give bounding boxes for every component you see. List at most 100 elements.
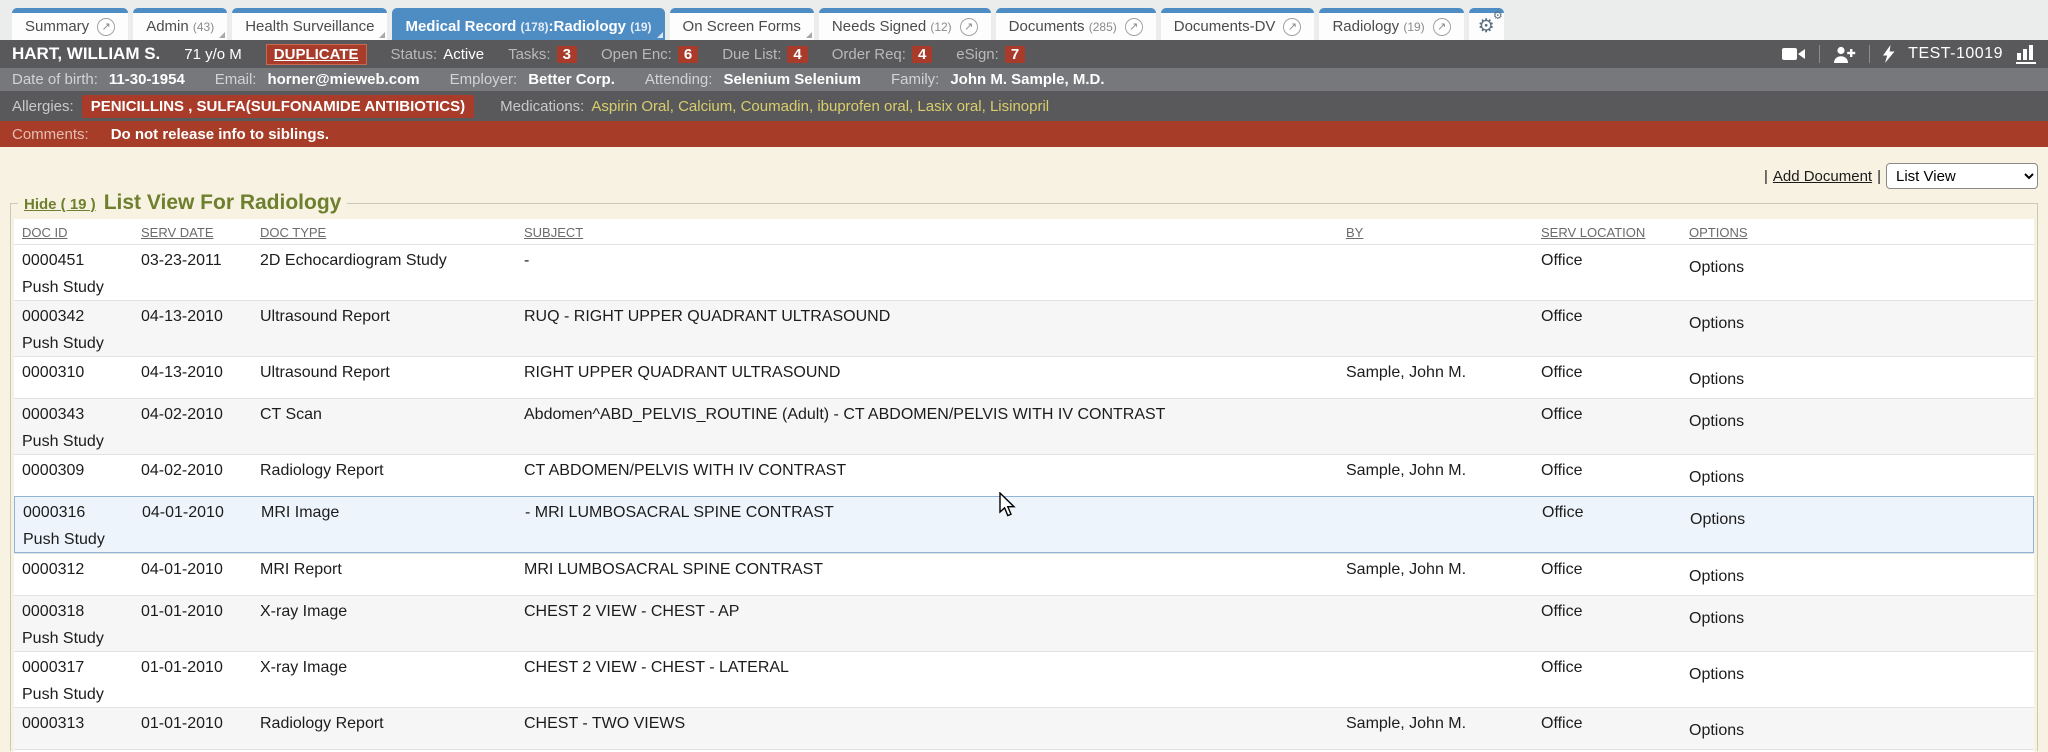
doc-id: 0000318	[22, 602, 127, 622]
table-row[interactable]: 0000309 04-02-2010 Radiology Report CT A…	[14, 454, 2034, 496]
medication-link-lasix-oral[interactable]: Lasix oral	[917, 98, 981, 115]
demographic-label: Family:	[891, 71, 939, 88]
settings-tab[interactable]: ⚙ ⚙	[1469, 8, 1504, 40]
medication-link-aspirin-oral[interactable]: Aspirin Oral	[591, 98, 669, 115]
table-row[interactable]: 0000310 04-13-2010 Ultrasound Report RIG…	[14, 356, 2034, 398]
column-header-doc-type[interactable]: DOC TYPE	[252, 219, 516, 244]
column-header-serv-date[interactable]: SERV DATE	[133, 219, 252, 244]
tab-documents-285[interactable]: Documents (285) ↗	[996, 8, 1156, 40]
options-button[interactable]: Options	[1681, 245, 2034, 300]
main-content: | Add Document | List View Hide ( 19 ) L…	[0, 147, 2048, 752]
cell-serv-date: 04-13-2010	[133, 301, 252, 356]
tab-health-surveillance[interactable]: Health Surveillance	[232, 8, 387, 40]
add-document-link[interactable]: Add Document	[1773, 168, 1872, 185]
demographic-attending: Attending: Selenium Selenium	[645, 71, 861, 88]
cell-by	[1338, 301, 1533, 356]
cell-doc-id: 0000317 Push Study	[14, 652, 133, 707]
table-row[interactable]: 0000313 01-01-2010 Radiology Report CHES…	[14, 707, 2034, 749]
doc-id: 0000309	[22, 461, 127, 481]
tab-medical-record-178-radiology-19[interactable]: Medical Record (178):Radiology (19)	[392, 8, 664, 40]
table-row[interactable]: 0000317 Push Study 01-01-2010 X-ray Imag…	[14, 651, 2034, 707]
popout-icon[interactable]: ↗	[960, 18, 978, 36]
push-study-link[interactable]: Push Study	[23, 530, 128, 550]
counter-badge[interactable]: 6	[678, 46, 698, 63]
tab-radiology-19[interactable]: Radiology (19) ↗	[1319, 8, 1463, 40]
counter-label: Due List:	[722, 46, 781, 63]
hide-link[interactable]: Hide ( 19 )	[24, 196, 96, 213]
tab-documents-dv[interactable]: Documents-DV ↗	[1161, 8, 1315, 40]
table-row[interactable]: 0000451 Push Study 03-23-2011 2D Echocar…	[14, 244, 2034, 300]
options-button[interactable]: Options	[1681, 652, 2034, 707]
table-row[interactable]: 0000342 Push Study 04-13-2010 Ultrasound…	[14, 300, 2034, 356]
push-study-link[interactable]: Push Study	[22, 685, 127, 705]
column-header-options[interactable]: OPTIONS	[1681, 219, 2034, 244]
options-button[interactable]: Options	[1682, 497, 2033, 552]
cell-doc-type: CT Scan	[252, 399, 516, 454]
medication-link-ibuprofen-oral[interactable]: ibuprofen oral	[817, 98, 909, 115]
options-button[interactable]: Options	[1681, 596, 2034, 651]
demographic-label: Employer:	[450, 71, 518, 88]
popout-icon[interactable]: ↗	[1433, 18, 1451, 36]
patient-age-sex: 71 y/o M	[184, 46, 242, 63]
tab-on-screen-forms[interactable]: On Screen Forms	[670, 8, 814, 40]
allergy-badge: PENICILLINS , SULFA(SULFONAMIDE ANTIBIOT…	[82, 95, 474, 118]
medication-link-coumadin[interactable]: Coumadin	[741, 98, 809, 115]
column-header-serv-location[interactable]: SERV LOCATION	[1533, 219, 1681, 244]
push-study-link[interactable]: Push Study	[22, 278, 127, 298]
options-button[interactable]: Options	[1681, 708, 2034, 749]
popout-icon[interactable]: ↗	[1125, 18, 1143, 36]
tab-needs-signed-12[interactable]: Needs Signed (12) ↗	[819, 8, 991, 40]
lightning-icon[interactable]	[1883, 45, 1895, 63]
options-button[interactable]: Options	[1681, 554, 2034, 595]
cell-by: Sample, John M.	[1338, 455, 1533, 496]
cell-serv-date: 04-02-2010	[133, 455, 252, 496]
counter-label: Tasks:	[508, 46, 551, 63]
medication-link-calcium[interactable]: Calcium	[678, 98, 732, 115]
tab-summary[interactable]: Summary ↗	[12, 8, 128, 40]
medication-link-lisinopril[interactable]: Lisinopril	[990, 98, 1049, 115]
table-row[interactable]: 0000343 Push Study 04-02-2010 CT Scan Ab…	[14, 398, 2034, 454]
dropdown-corner-icon	[806, 32, 812, 38]
push-study-link[interactable]: Push Study	[22, 334, 127, 354]
cell-doc-type: X-ray Image	[252, 652, 516, 707]
counter-badge[interactable]: 4	[787, 46, 807, 63]
video-camera-icon[interactable]	[1782, 46, 1806, 62]
counter-badge[interactable]: 4	[912, 46, 932, 63]
chart-icon[interactable]	[2016, 45, 2036, 64]
options-button[interactable]: Options	[1681, 399, 2034, 454]
column-header-doc-id[interactable]: DOC ID	[14, 219, 133, 244]
popout-icon[interactable]: ↗	[97, 18, 115, 36]
column-header-subject[interactable]: SUBJECT	[516, 219, 1338, 244]
doc-id: 0000451	[22, 251, 127, 271]
cell-doc-type: Radiology Report	[252, 455, 516, 496]
table-row-highlighted[interactable]: 0000316 Push Study 04-01-2010 MRI Image …	[14, 496, 2034, 553]
popout-icon[interactable]: ↗	[1283, 18, 1301, 36]
add-person-icon[interactable]	[1833, 46, 1856, 63]
tab-label: Summary	[25, 18, 89, 35]
demographic-value: Better Corp.	[528, 71, 615, 88]
cell-doc-type: 2D Echocardiogram Study	[252, 245, 516, 300]
page-title: List View For Radiology	[104, 191, 342, 215]
column-header-by[interactable]: BY	[1338, 219, 1533, 244]
tab-label: On Screen Forms	[683, 18, 801, 35]
cell-subject: CHEST 2 VIEW - CHEST - LATERAL	[516, 652, 1338, 707]
cell-serv-location: Office	[1533, 245, 1681, 300]
cell-serv-location: Office	[1533, 399, 1681, 454]
push-study-link[interactable]: Push Study	[22, 432, 127, 452]
demographic-date-of-birth: Date of birth: 11-30-1954	[12, 71, 185, 88]
table-row[interactable]: 0000312 04-01-2010 MRI Report MRI LUMBOS…	[14, 553, 2034, 595]
counter-badge[interactable]: 3	[557, 46, 577, 63]
push-study-link[interactable]: Push Study	[22, 629, 127, 649]
demographic-family: Family: John M. Sample, M.D.	[891, 71, 1105, 88]
options-button[interactable]: Options	[1681, 357, 2034, 398]
cell-by	[1338, 652, 1533, 707]
options-button[interactable]: Options	[1681, 301, 2034, 356]
counter-badge[interactable]: 7	[1005, 46, 1025, 63]
doc-id: 0000313	[22, 714, 127, 734]
options-button[interactable]: Options	[1681, 455, 2034, 496]
table-row[interactable]: 0000318 Push Study 01-01-2010 X-ray Imag…	[14, 595, 2034, 651]
duplicate-badge[interactable]: DUPLICATE	[266, 44, 367, 65]
view-mode-select[interactable]: List View	[1886, 163, 2038, 189]
comments-bar: Comments: Do not release info to sibling…	[0, 121, 2048, 147]
tab-admin-43[interactable]: Admin (43)	[133, 8, 227, 40]
